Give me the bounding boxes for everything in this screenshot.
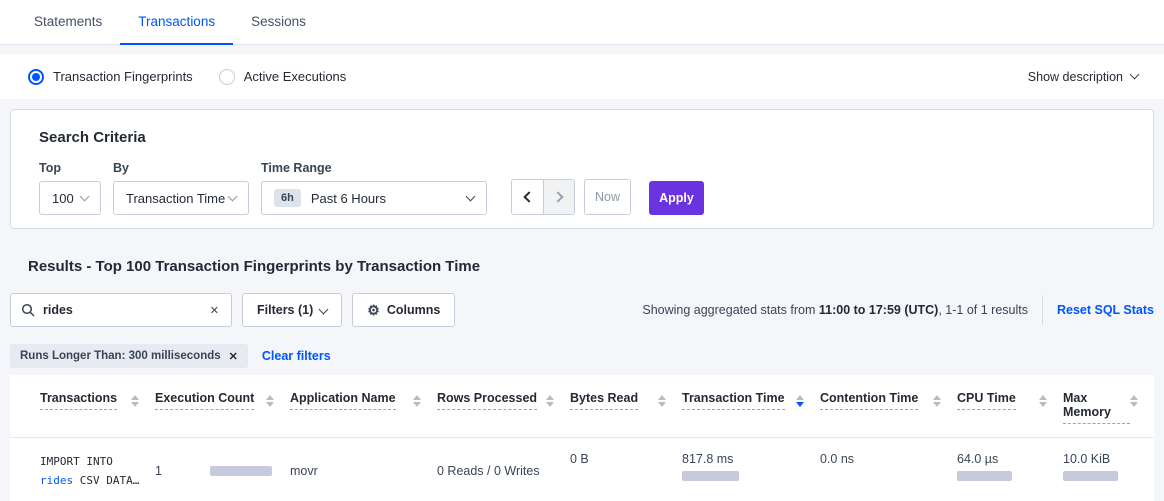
- clear-filters-link[interactable]: Clear filters: [262, 349, 331, 363]
- chevron-left-icon: [523, 191, 534, 202]
- time-next-button[interactable]: [543, 180, 574, 214]
- col-header-execution-count: Execution Count: [155, 375, 290, 437]
- col-header-transaction-time: Transaction Time: [682, 375, 820, 437]
- cell-max-memory: 10.0 KiB: [1063, 438, 1154, 501]
- cell-transaction-statement: IMPORT INTO rides CSV DATA…: [40, 438, 155, 501]
- chevron-down-icon: [1130, 70, 1140, 80]
- radio-selected-icon: [28, 69, 44, 85]
- cell-application-name: movr: [290, 438, 437, 501]
- cell-transaction-time: 817.8 ms: [682, 438, 820, 501]
- sort-icon[interactable]: [413, 395, 421, 407]
- filter-chip: Runs Longer Than: 300 milliseconds ✕: [10, 344, 248, 368]
- filters-button[interactable]: Filters (1): [242, 293, 342, 327]
- table-header-row: Transactions Execution Count Application…: [10, 375, 1154, 438]
- cell-cpu-time: 64.0 µs: [957, 438, 1063, 501]
- view-toggle-group: Transaction Fingerprints Active Executio…: [28, 69, 346, 85]
- now-button[interactable]: Now: [584, 179, 631, 215]
- sort-icon[interactable]: [131, 395, 139, 407]
- time-range-value: Past 6 Hours: [311, 191, 386, 206]
- max-memory-bar: [1063, 471, 1118, 481]
- transaction-time-bar: [682, 471, 739, 481]
- top-select[interactable]: 100: [39, 181, 101, 215]
- execution-count-bar: [210, 466, 272, 476]
- col-header-max-memory: Max Memory: [1063, 375, 1154, 437]
- show-description-label: Show description: [1028, 70, 1123, 84]
- radio-unselected-icon: [219, 69, 235, 85]
- top-tab-bar: Statements Transactions Sessions: [0, 0, 1164, 45]
- sort-icon[interactable]: [546, 395, 554, 407]
- filter-chip-label: Runs Longer Than: 300 milliseconds: [20, 350, 221, 362]
- search-icon: [21, 303, 35, 317]
- columns-button[interactable]: ⚙ Columns: [352, 293, 455, 327]
- cell-bytes-read: 0 B: [570, 438, 682, 501]
- radio-label: Transaction Fingerprints: [53, 69, 193, 84]
- aggregated-stats-text: Showing aggregated stats from 11:00 to 1…: [642, 303, 1028, 317]
- cpu-time-bar: [957, 471, 1012, 481]
- gear-icon: ⚙: [367, 302, 380, 319]
- col-header-rows-processed: Rows Processed: [437, 375, 570, 437]
- col-header-transactions: Transactions: [40, 375, 155, 437]
- col-header-contention-time: Contention Time: [820, 375, 957, 437]
- view-toggle-band: Transaction Fingerprints Active Executio…: [0, 54, 1164, 99]
- by-label: By: [113, 161, 249, 175]
- stats-area: Showing aggregated stats from 11:00 to 1…: [642, 295, 1154, 325]
- table-row: IMPORT INTO rides CSV DATA… 1 movr 0 Rea…: [10, 438, 1154, 501]
- time-nav-group: [511, 179, 575, 215]
- col-header-bytes-read: Bytes Read: [570, 375, 682, 437]
- time-range-badge: 6h: [274, 189, 301, 207]
- search-criteria-title: Search Criteria: [39, 129, 1125, 146]
- col-header-cpu-time: CPU Time: [957, 375, 1063, 437]
- radio-transaction-fingerprints[interactable]: Transaction Fingerprints: [28, 69, 193, 85]
- apply-button[interactable]: Apply: [649, 181, 704, 215]
- sort-icon[interactable]: [1039, 395, 1047, 407]
- chevron-down-icon: [319, 304, 329, 314]
- chevron-right-icon: [552, 191, 563, 202]
- reset-sql-stats-link[interactable]: Reset SQL Stats: [1057, 303, 1154, 317]
- radio-active-executions[interactable]: Active Executions: [219, 69, 347, 85]
- sort-icon[interactable]: [933, 395, 941, 407]
- col-header-application-name: Application Name: [290, 375, 437, 437]
- time-range-select[interactable]: 6h Past 6 Hours: [261, 181, 487, 215]
- chevron-down-icon: [80, 191, 90, 201]
- chip-close-icon[interactable]: ✕: [229, 350, 238, 363]
- sort-icon[interactable]: [266, 395, 274, 407]
- search-criteria-form: Top 100 By Transaction Time Time Range 6…: [39, 161, 1125, 215]
- tab-sessions[interactable]: Sessions: [233, 0, 324, 45]
- top-label: Top: [39, 161, 101, 175]
- results-heading: Results - Top 100 Transaction Fingerprin…: [28, 258, 1164, 275]
- time-range-field: Time Range 6h Past 6 Hours: [261, 161, 487, 215]
- cell-execution-count: 1: [155, 438, 290, 501]
- results-controls-row: ✕ Filters (1) ⚙ Columns Showing aggregat…: [10, 293, 1154, 327]
- search-criteria-card: Search Criteria Top 100 By Transaction T…: [10, 109, 1154, 229]
- table-name-link: rides: [40, 474, 73, 487]
- cell-contention-time: 0.0 ns: [820, 438, 957, 501]
- time-prev-button[interactable]: [512, 180, 543, 214]
- by-select-value: Transaction Time: [126, 191, 225, 206]
- tab-transactions[interactable]: Transactions: [120, 0, 233, 45]
- radio-label: Active Executions: [244, 69, 347, 84]
- filter-chip-row: Runs Longer Than: 300 milliseconds ✕ Cle…: [10, 344, 1154, 368]
- cell-rows-processed: 0 Reads / 0 Writes: [437, 438, 570, 501]
- sort-icon[interactable]: [1130, 395, 1138, 407]
- by-field: By Transaction Time: [113, 161, 249, 215]
- show-description-toggle[interactable]: Show description: [1028, 70, 1138, 84]
- tab-statements[interactable]: Statements: [16, 0, 120, 45]
- search-clear-icon[interactable]: ✕: [208, 302, 221, 319]
- top-select-value: 100: [52, 191, 74, 206]
- chevron-down-icon: [466, 191, 476, 201]
- top-field: Top 100: [39, 161, 101, 215]
- sort-icon[interactable]: [658, 395, 666, 407]
- filters-label: Filters (1): [257, 303, 313, 317]
- sort-icon-active-desc[interactable]: [796, 395, 804, 407]
- chevron-down-icon: [228, 191, 238, 201]
- search-input[interactable]: [43, 303, 208, 317]
- time-range-label: Time Range: [261, 161, 487, 175]
- vertical-divider: [1042, 295, 1043, 325]
- columns-label: Columns: [387, 303, 440, 317]
- transaction-statement-link[interactable]: IMPORT INTO rides CSV DATA…: [40, 452, 139, 491]
- results-search-box: ✕: [10, 293, 232, 327]
- results-table: Transactions Execution Count Application…: [10, 375, 1154, 501]
- by-select[interactable]: Transaction Time: [113, 181, 249, 215]
